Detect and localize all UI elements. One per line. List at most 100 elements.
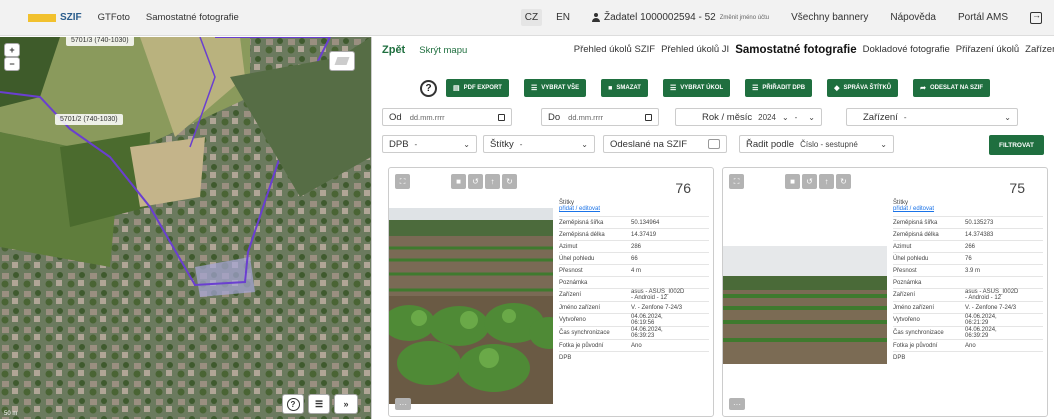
property-value: 266: [965, 243, 976, 250]
tag-icon: ◆: [834, 85, 840, 92]
zoom-out-button[interactable]: −: [4, 57, 20, 71]
layers-button[interactable]: [329, 51, 355, 71]
content-panel: Zpět Skrýt mapu Přehled úkolů SZIF Přehl…: [371, 37, 1054, 419]
property-value: V. - Zenfone 7-24/3: [631, 304, 683, 311]
lang-en-button[interactable]: EN: [556, 12, 570, 23]
field-photo[interactable]: [723, 246, 887, 364]
expand-icon[interactable]: ⛶: [729, 174, 744, 189]
delete-icon[interactable]: ■: [785, 174, 800, 189]
property-key: DPB: [559, 354, 572, 361]
property-key: Poznámka: [893, 279, 922, 286]
property-key: Zeměpisná šířka: [559, 219, 604, 226]
year-select[interactable]: 2024: [758, 113, 776, 122]
tags-filter[interactable]: Štítky - ⌄: [483, 135, 595, 153]
nav-devices[interactable]: Zařízení: [1025, 44, 1054, 56]
map-legend-button[interactable]: ☰: [308, 394, 330, 414]
help-circle-icon: ?: [286, 397, 300, 411]
send-to-szif-button[interactable]: ➦ ODESLAT NA SZIF: [913, 79, 991, 97]
sort-select[interactable]: Číslo - sestupné: [800, 140, 858, 149]
property-row: DPB: [893, 351, 1043, 363]
month-select[interactable]: -: [795, 113, 798, 122]
more-options-button[interactable]: ···: [395, 398, 411, 410]
section-nav: Zpět Skrýt mapu Přehled úkolů SZIF Přehl…: [372, 37, 1054, 63]
help-icon[interactable]: ?: [420, 79, 437, 97]
property-key: Azimut: [893, 243, 912, 250]
property-key: Jméno zařízení: [559, 304, 601, 311]
hide-map-link[interactable]: Skrýt mapu: [419, 45, 467, 56]
pdf-export-button[interactable]: ▤ PDF EXPORT: [446, 79, 509, 97]
date-to-field[interactable]: Do dd.mm.rrrr: [541, 108, 659, 126]
rotate-left-icon[interactable]: ↺: [468, 174, 483, 189]
property-key: Poznámka: [559, 279, 588, 286]
property-value: Ano: [965, 342, 976, 349]
parcel-label-mid: 5701/2 (740-1030): [55, 114, 123, 125]
user-menu[interactable]: Žadatel 1000002594 - 52 Změnit jméno účt…: [591, 12, 769, 23]
help-link[interactable]: Nápověda: [890, 12, 936, 23]
nav-tasks-szif[interactable]: Přehled úkolů SZIF: [574, 44, 655, 56]
nav-evidence-photos[interactable]: Dokladové fotografie: [863, 44, 950, 56]
card-select: ⛶: [729, 174, 744, 189]
edit-tags-link[interactable]: přidat / editovat: [893, 206, 1043, 212]
select-all-button[interactable]: ☰ VYBRAT VŠE: [523, 79, 587, 97]
property-key: Čas synchronizace: [559, 330, 610, 336]
field-photo[interactable]: [389, 208, 553, 404]
assign-dpb-button[interactable]: ☰ PŘIŘADIT DPB: [745, 79, 813, 97]
map-help-button[interactable]: ?: [282, 394, 304, 414]
nav-standalone-photos[interactable]: Samostatné fotografie: [735, 44, 856, 56]
calendar-icon[interactable]: [645, 113, 652, 121]
list-icon: ☰: [530, 85, 538, 92]
user-icon: [591, 13, 600, 22]
list-icon: ☰: [752, 85, 759, 92]
section-link[interactable]: Samostatné fotografie: [146, 12, 239, 23]
property-row: Vytvořeno 04.06.2024, 06:19:56: [559, 313, 709, 326]
nav-task-assignment[interactable]: Přiřazení úkolů: [956, 44, 1019, 56]
manage-tags-button[interactable]: ◆ SPRÁVA ŠTÍTKŮ: [827, 79, 899, 97]
date-from-label: Od: [389, 111, 402, 123]
photo-card[interactable]: ⛶ ■ ↺ ↑ ↻ 76 Štítky přidat / editovat Ze…: [388, 167, 714, 417]
tags-select[interactable]: -: [520, 140, 523, 149]
chevron-down-icon: ⌄: [880, 139, 887, 149]
portal-link[interactable]: Portál AMS: [958, 12, 1008, 23]
year-month-label: Rok / měsíc: [702, 111, 753, 123]
rotate-right-icon[interactable]: ↻: [502, 174, 517, 189]
card-actions: ■ ↺ ↑ ↻: [451, 174, 517, 189]
dpb-select[interactable]: -: [415, 140, 418, 149]
year-month-field[interactable]: Rok / měsíc 2024 ⌄ - ⌄: [675, 108, 822, 126]
change-account-link[interactable]: Změnit jméno účtu: [720, 15, 769, 21]
rotate-left-icon[interactable]: ↺: [802, 174, 817, 189]
sent-checkbox[interactable]: [708, 139, 720, 149]
szif-logo[interactable]: SZIF: [28, 12, 82, 23]
edit-tags-link[interactable]: přidat / editovat: [559, 206, 709, 212]
dpb-filter[interactable]: DPB - ⌄: [382, 135, 477, 153]
calendar-icon[interactable]: [498, 113, 505, 121]
photo-card[interactable]: ⛶ ■ ↺ ↑ ↻ 75 Štítky přidat / editovat Ze…: [722, 167, 1048, 417]
delete-icon[interactable]: ■: [451, 174, 466, 189]
date-from-field[interactable]: Od dd.mm.rrrr: [382, 108, 512, 126]
banners-link[interactable]: Všechny bannery: [791, 12, 868, 23]
upload-icon[interactable]: ↑: [819, 174, 834, 189]
device-select[interactable]: -: [904, 113, 907, 122]
sent-to-szif-filter[interactable]: Odeslané na SZIF: [603, 135, 727, 153]
upload-icon[interactable]: ↑: [485, 174, 500, 189]
map-collapse-button[interactable]: »: [334, 394, 358, 414]
rotate-right-icon[interactable]: ↻: [836, 174, 851, 189]
user-name: Žadatel 1000002594 - 52: [603, 12, 716, 23]
device-label: Zařízení: [863, 111, 898, 123]
more-options-button[interactable]: ···: [729, 398, 745, 410]
app-name-link[interactable]: GTFoto: [98, 12, 130, 23]
property-key: Přesnost: [893, 267, 917, 274]
device-filter[interactable]: Zařízení - ⌄: [846, 108, 1018, 126]
logout-icon[interactable]: [1030, 10, 1042, 24]
property-value: Ano: [631, 342, 642, 349]
nav-tasks-ji[interactable]: Přehled úkolů JI: [661, 44, 729, 56]
expand-icon[interactable]: ⛶: [395, 174, 410, 189]
delete-button[interactable]: ■ SMAZAT: [601, 79, 648, 97]
select-task-button[interactable]: ☰ VYBRAT ÚKOL: [662, 79, 731, 97]
sort-filter[interactable]: Řadit podle Číslo - sestupné ⌄: [739, 135, 894, 153]
back-link[interactable]: Zpět: [382, 44, 405, 56]
property-key: Zařízení: [893, 292, 916, 298]
lang-cz-button[interactable]: CZ: [520, 9, 543, 26]
map-panel[interactable]: 5701/3 (740-1030) 5701/2 (740-1030) + − …: [0, 37, 371, 419]
zoom-in-button[interactable]: +: [4, 43, 20, 57]
filter-button[interactable]: FILTROVAT: [988, 135, 1044, 155]
